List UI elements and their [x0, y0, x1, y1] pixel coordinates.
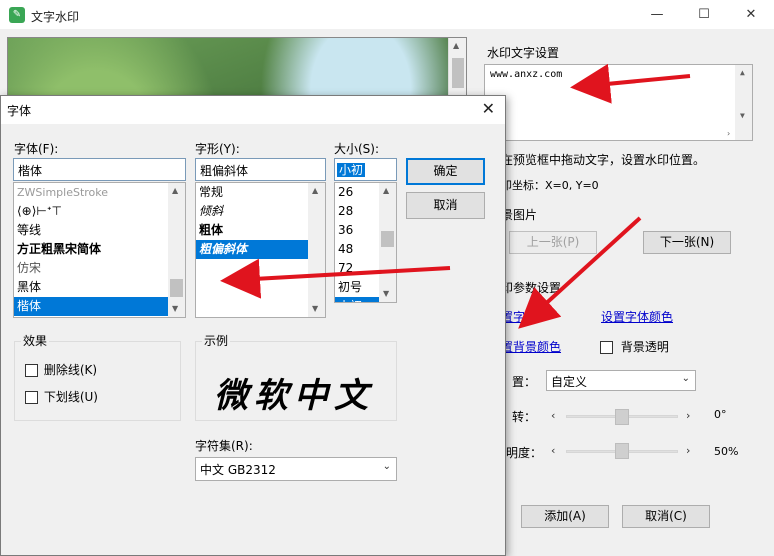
- list-item[interactable]: 楷体: [14, 297, 185, 316]
- scroll-up-icon[interactable]: ▲: [312, 186, 318, 195]
- sample-group: 微软中文: [195, 341, 397, 421]
- list-item[interactable]: 粗体: [196, 221, 325, 240]
- scroll-thumb[interactable]: [452, 58, 464, 88]
- font-family-list[interactable]: ZWSimpleStroke ⟨⊕⟩⊢ᐩ⊤ 等线 方正粗黑宋简体 仿宋 黑体 楷体 ▲ ▼: [13, 182, 186, 318]
- font-style-label: 字形(Y):: [195, 142, 240, 156]
- underline-checkbox[interactable]: 下划线(U): [25, 388, 98, 405]
- rotate-value: 0°: [714, 408, 727, 421]
- position-label: 置：: [512, 375, 537, 389]
- scroll-right-icon[interactable]: ›: [726, 129, 731, 138]
- add-button[interactable]: 添加(A): [521, 505, 609, 528]
- list-item[interactable]: 等线: [14, 221, 185, 240]
- rotate-label: 转：: [512, 410, 537, 424]
- rotate-increase-icon[interactable]: ›: [686, 409, 690, 422]
- watermark-text-label: 水印文字设置: [487, 46, 560, 60]
- scroll-up-icon[interactable]: ▲: [453, 41, 459, 50]
- coords-text: 印坐标：X=0, Y=0: [501, 179, 599, 192]
- scroll-thumb[interactable]: [170, 279, 183, 297]
- watermark-text-input[interactable]: www.anxz.com ▲ ▼ ›: [484, 64, 753, 141]
- watermark-text-value: www.anxz.com: [490, 69, 563, 80]
- position-value: 自定义: [551, 375, 588, 389]
- chevron-down-icon: ⌄: [681, 373, 690, 384]
- scroll-up-icon[interactable]: ▲: [740, 68, 745, 77]
- chevron-down-icon: ⌄: [382, 461, 391, 472]
- checkbox-box[interactable]: [25, 364, 38, 377]
- app-icon: ✎: [9, 7, 25, 23]
- scroll-down-icon[interactable]: ▼: [312, 304, 318, 313]
- font-size-label: 大小(S):: [334, 142, 380, 156]
- scroll-down-icon[interactable]: ▼: [172, 304, 178, 313]
- close-button[interactable]: ✕: [728, 2, 774, 28]
- minimize-button[interactable]: —: [634, 2, 680, 28]
- scroll-up-icon[interactable]: ▲: [383, 186, 389, 195]
- font-size-list[interactable]: 2628364872初号小初 ▲ ▼: [334, 182, 397, 303]
- strikeout-checkbox[interactable]: 删除线(K): [25, 361, 97, 378]
- hint-text: 在预览框中拖动文字，设置水印位置。: [501, 153, 706, 167]
- scroll-down-icon[interactable]: ▼: [740, 111, 745, 120]
- font-dialog: 字体 ✕ 字体(F): 楷体 ZWSimpleStroke ⟨⊕⟩⊢ᐩ⊤ 等线 方正粗…: [0, 95, 506, 556]
- bg-transparent-label: 背景透明: [620, 340, 669, 354]
- window-title: 文字水印: [31, 10, 80, 24]
- list-item[interactable]: 仿宋: [14, 259, 185, 278]
- checkbox-box[interactable]: [600, 341, 613, 354]
- list-item[interactable]: ⟨⊕⟩⊢ᐩ⊤: [14, 202, 185, 221]
- dialog-close-icon[interactable]: ✕: [482, 99, 495, 118]
- sample-label: 示例: [202, 332, 231, 349]
- dialog-title: 字体: [7, 104, 32, 118]
- list-item[interactable]: 倾斜: [196, 202, 325, 221]
- rotate-decrease-icon[interactable]: ‹: [551, 409, 555, 422]
- set-bg-color-link[interactable]: 置背景颜色: [501, 338, 561, 355]
- list-item[interactable]: 方正粗黑宋简体: [14, 240, 185, 259]
- prev-image-button[interactable]: 上一张(P): [509, 231, 597, 254]
- font-size-input[interactable]: 小初: [334, 158, 397, 181]
- dialog-cancel-button[interactable]: 取消: [406, 192, 485, 219]
- font-list-scrollbar[interactable]: ▲ ▼: [168, 183, 185, 317]
- set-font-link[interactable]: 置字体: [501, 308, 537, 325]
- sample-text: 微软中文: [214, 376, 374, 416]
- font-family-label: 字体(F):: [14, 142, 59, 156]
- maximize-button[interactable]: ☐: [681, 2, 727, 28]
- charset-select[interactable]: 中文 GB2312 ⌄: [195, 457, 397, 481]
- list-item[interactable]: 粗偏斜体: [196, 240, 325, 259]
- font-style-input[interactable]: 粗偏斜体: [195, 158, 326, 181]
- rotate-slider-thumb[interactable]: [615, 409, 629, 425]
- params-section-label: 印参数设置: [501, 281, 562, 295]
- position-select[interactable]: 自定义 ⌄: [546, 370, 696, 391]
- opacity-decrease-icon[interactable]: ‹: [551, 444, 555, 457]
- effects-label: 效果: [21, 332, 50, 349]
- next-image-button[interactable]: 下一张(N): [643, 231, 731, 254]
- opacity-value: 50%: [714, 445, 739, 458]
- text-scrollbar[interactable]: ▲ ▼: [735, 65, 752, 140]
- list-item[interactable]: 常规: [196, 183, 325, 202]
- list-item[interactable]: 黑体: [14, 278, 185, 297]
- ok-button[interactable]: 确定: [406, 158, 485, 185]
- opacity-increase-icon[interactable]: ›: [686, 444, 690, 457]
- dialog-title-bar: 字体 ✕: [1, 96, 505, 124]
- list-item[interactable]: ZWSimpleStroke: [14, 183, 185, 202]
- checkbox-box[interactable]: [25, 391, 38, 404]
- image-section-label: 景图片: [501, 208, 538, 222]
- cancel-main-button[interactable]: 取消(C): [622, 505, 710, 528]
- opacity-slider-thumb[interactable]: [615, 443, 629, 459]
- scroll-down-icon[interactable]: ▼: [383, 289, 389, 298]
- font-size-value: 小初: [337, 163, 366, 177]
- effects-group: [14, 341, 181, 421]
- font-family-input[interactable]: 楷体: [13, 158, 186, 181]
- style-list-scrollbar[interactable]: ▲ ▼: [308, 183, 325, 317]
- charset-label: 字符集(R):: [195, 439, 253, 453]
- size-list-scrollbar[interactable]: ▲ ▼: [379, 183, 396, 302]
- strikeout-label: 删除线(K): [43, 363, 98, 377]
- opacity-label: 明度：: [506, 446, 543, 460]
- underline-label: 下划线(U): [43, 390, 98, 404]
- charset-value: 中文 GB2312: [200, 463, 276, 477]
- scroll-up-icon[interactable]: ▲: [172, 186, 178, 195]
- set-font-color-link[interactable]: 设置字体颜色: [601, 308, 673, 325]
- scroll-thumb[interactable]: [381, 231, 394, 247]
- bg-transparent-checkbox[interactable]: 背景透明: [600, 338, 669, 355]
- font-style-list[interactable]: 常规 倾斜 粗体 粗偏斜体 ▲ ▼: [195, 182, 326, 318]
